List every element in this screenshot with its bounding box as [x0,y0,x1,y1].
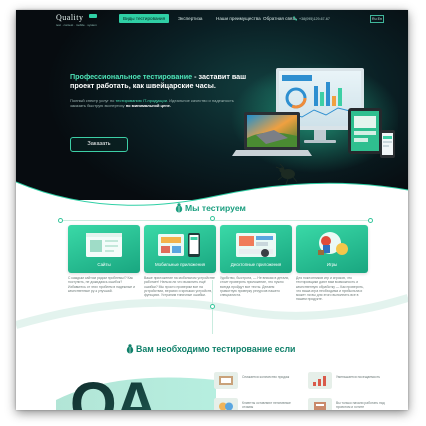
nav-item-advantages[interactable]: Наши преимущества [216,16,261,21]
reason-sales-drop: Снижается количество продаж [214,372,294,392]
need-testing-title: Вам необходимо тестирование если [136,344,296,354]
card-games-label: Игры [326,262,338,267]
card-mobile-apps-label: Мобильные приложения [154,262,206,267]
we-test-title: Мы тестируем [185,203,246,213]
reason-negative-reviews-text: Клиенты оставляют негативные отзывы [242,401,291,410]
bug-section-icon-2 [126,344,134,354]
bug-section-icon [175,203,183,213]
connector-dot-center [210,216,215,221]
logo-word: Quality [56,13,84,22]
connector-dot-mid [210,304,215,309]
card-desktop-apps[interactable]: Десктопные приложения [220,225,292,273]
smartphone-icon [380,130,395,158]
cards-connector-line [60,220,370,221]
hero-desc-strong: по минимальной цене. [125,103,171,109]
tablet-icon [348,108,382,154]
reason-new-project-text: Вы только начали работать над проектом и… [336,401,385,410]
phone-icon [293,16,297,21]
qa-lettering: QA [70,370,157,410]
reason-traffic-drop: Уменьшается посещаемость [308,372,388,392]
logo[interactable]: Quality test · contest · mobile · system [56,13,108,29]
reason-sales-drop-text: Снижается количество продаж [242,375,290,379]
connector-dot-right [368,218,373,223]
connector-dot-left [58,218,63,223]
language-switch[interactable]: Ru En [370,15,384,23]
reviews-icon [214,398,238,410]
card-desktop-apps-label: Десктопные приложения [230,262,282,267]
hero-description: Полный спектр услуг по тестированию IT-п… [70,98,240,109]
reason-negative-reviews: Клиенты оставляют негативные отзывы [214,398,294,410]
card-websites-label: Сайты [97,262,111,267]
order-button[interactable]: Заказать [70,137,128,152]
qa-lettering-illustration: QA [56,370,216,410]
nav-item-expertise[interactable]: Экспертиза [178,16,203,21]
logo-badge-icon [89,14,97,18]
hero-desc-link[interactable]: тестированию IT-продукции [116,98,167,103]
card-mobile-apps[interactable]: Мобильные приложения [144,225,216,273]
phone-number[interactable]: +38(095)129-67-67 [299,17,330,21]
card-websites[interactable]: Сайты [68,225,140,273]
hero-desc-prefix: Полный спектр услуг по [70,98,116,103]
reason-traffic-drop-text: Уменьшается посещаемость [336,375,381,379]
reason-new-project: Вы только начали работать над проектом и… [308,398,388,410]
hero-title-accent: Профессиональное тестирование [70,72,193,81]
traffic-chart-icon [308,372,332,389]
logo-tagline: test · contest · mobile · system [56,23,97,27]
nav-item-feedback[interactable]: Обратная связь [263,16,297,21]
card-games[interactable]: Игры [296,225,368,273]
page-frame: Quality test · contest · mobile · system… [16,10,408,410]
sales-chart-icon [214,372,238,389]
new-project-icon [308,398,332,410]
nav-item-testing-types[interactable]: Виды тестирования [119,14,170,23]
top-navigation: Quality test · contest · mobile · system… [16,10,408,32]
